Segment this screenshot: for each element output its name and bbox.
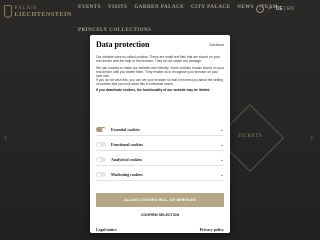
dialog-title: Data protection xyxy=(96,40,150,49)
chevron-down-icon[interactable]: ⌄ xyxy=(220,172,224,178)
cookie-consent-dialog: Data protection Deutsch Our website uses… xyxy=(90,35,230,233)
privacy-policy-link[interactable]: Privacy policy xyxy=(200,227,224,232)
cookie-row-label: Analytical cookies xyxy=(111,157,142,162)
cookie-row-functional[interactable]: Functional cookies ⌄ xyxy=(96,139,224,151)
cookie-row-analytical[interactable]: Analytical cookies ⌄ xyxy=(96,154,224,166)
intro-paragraph-4: If you deactivate cookies, the functiona… xyxy=(96,88,211,92)
chevron-down-icon[interactable]: ⌄ xyxy=(220,157,224,163)
marketing-toggle[interactable] xyxy=(96,172,106,177)
dialog-language-link[interactable]: Deutsch xyxy=(209,42,224,47)
functional-toggle[interactable] xyxy=(96,142,106,147)
cookie-row-label: Marketing cookies xyxy=(111,172,143,177)
intro-paragraph-3: If you do not wish this, you can set you… xyxy=(96,78,223,86)
essential-toggle[interactable] xyxy=(96,127,106,132)
analytical-toggle[interactable] xyxy=(96,157,106,162)
allow-all-cookies-button[interactable]: ALLOW COOKIES INCL. US SERVICES xyxy=(96,193,224,207)
intro-paragraph-1: Our website uses so-called cookies. Thes… xyxy=(96,55,220,63)
chevron-down-icon[interactable]: ⌄ xyxy=(220,127,224,133)
cookie-row-label: Functional cookies xyxy=(111,142,143,147)
chevron-down-icon[interactable]: ⌄ xyxy=(220,142,224,148)
confirm-selection-button[interactable]: CONFIRM SELECTION xyxy=(96,213,224,217)
legal-notice-link[interactable]: Legal notice xyxy=(96,227,117,232)
cookie-row-marketing[interactable]: Marketing cookies ⌄ xyxy=(96,169,224,181)
cookie-row-label: Essential cookies xyxy=(111,127,140,132)
cookie-row-essential[interactable]: Essential cookies ⌄ xyxy=(96,124,224,136)
intro-paragraph-2: We use cookies to make our website user-… xyxy=(96,66,224,78)
